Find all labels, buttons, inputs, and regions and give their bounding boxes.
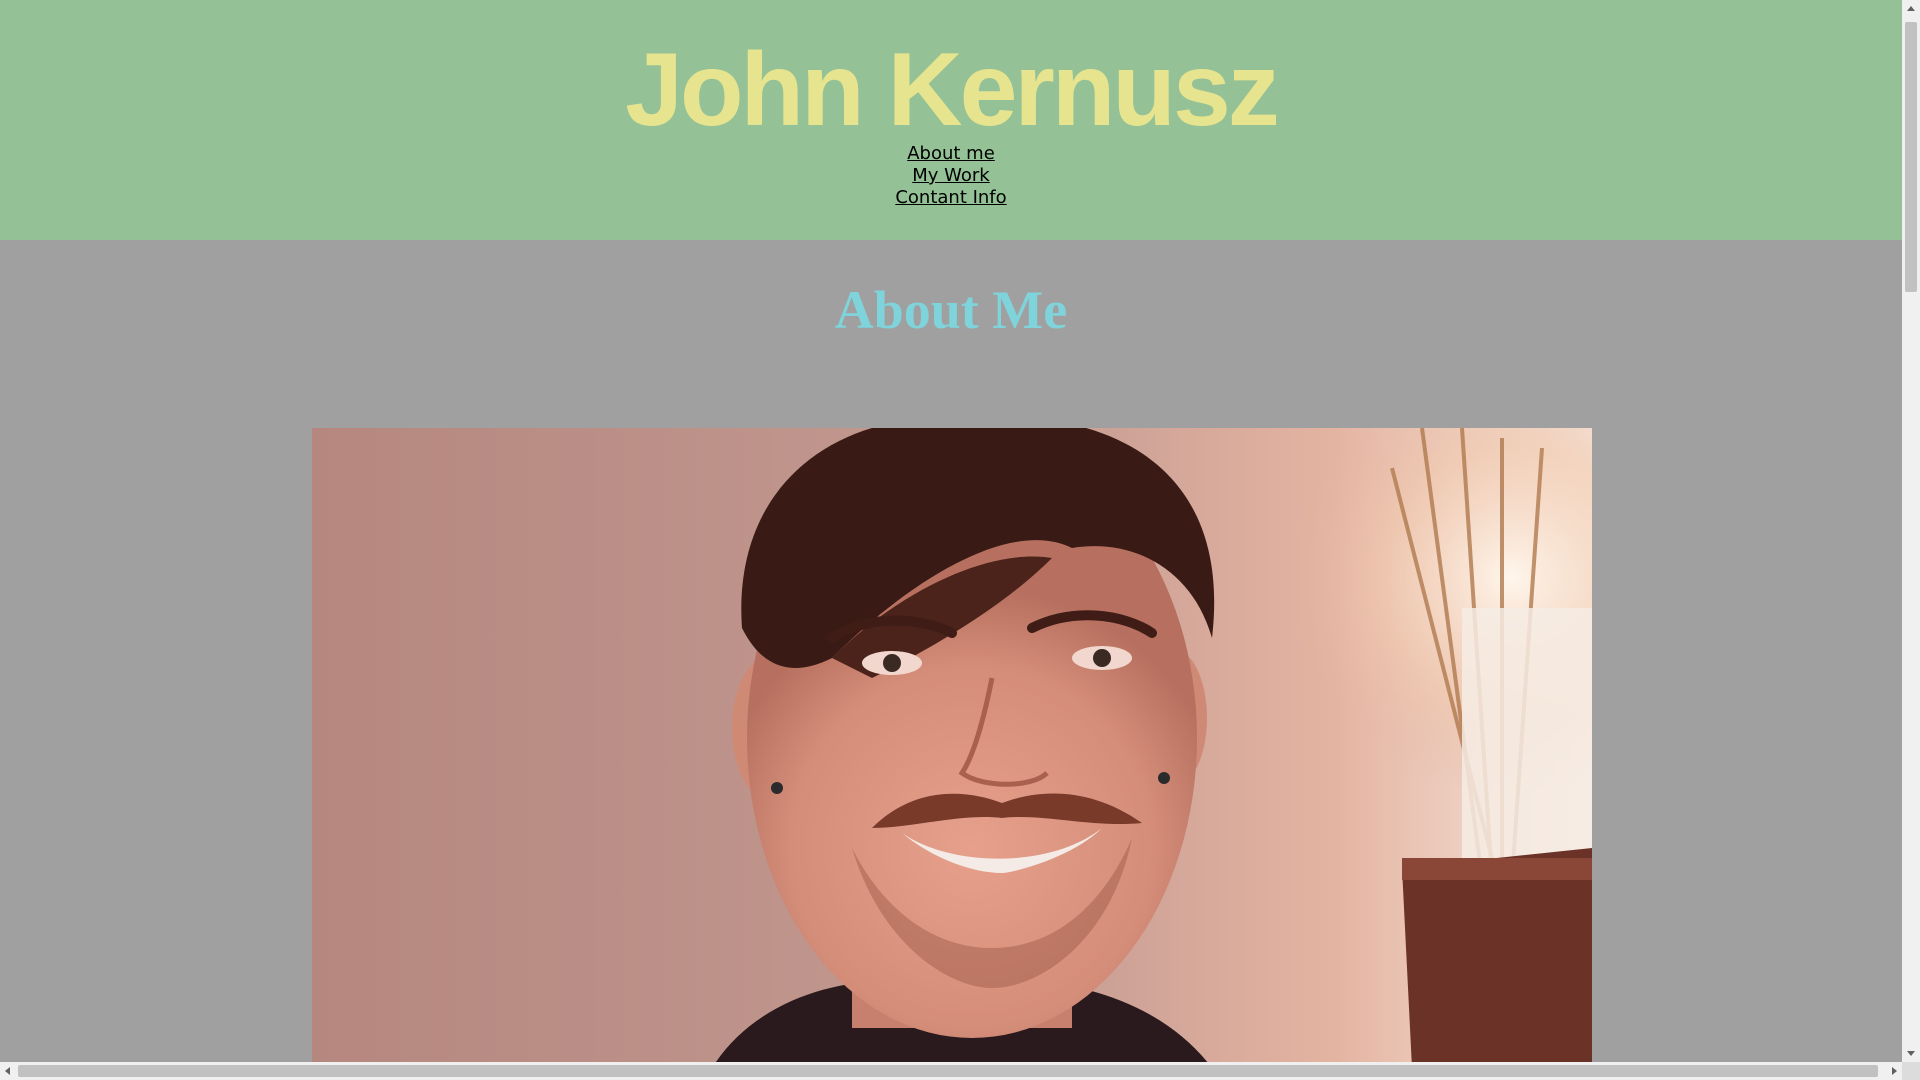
profile-photo xyxy=(312,428,1592,1062)
horizontal-scrollbar-thumb[interactable] xyxy=(18,1065,1878,1077)
vertical-scrollbar[interactable] xyxy=(1902,0,1920,1062)
horizontal-scrollbar[interactable] xyxy=(0,1062,1902,1080)
scroll-right-arrow-icon[interactable] xyxy=(1892,1067,1897,1075)
nav-link-about-me[interactable]: About me xyxy=(0,143,1902,165)
scroll-down-arrow-icon[interactable] xyxy=(1907,1051,1915,1056)
scrollbar-corner xyxy=(1902,1062,1920,1080)
nav-link-contact-info[interactable]: Contant Info xyxy=(0,187,1902,209)
page-viewport: John Kernusz About me My Work Contant In… xyxy=(0,0,1902,1062)
site-header: John Kernusz About me My Work Contant In… xyxy=(0,0,1902,240)
scroll-left-arrow-icon[interactable] xyxy=(5,1067,10,1075)
nav-link-my-work[interactable]: My Work xyxy=(0,165,1902,187)
main-nav: About me My Work Contant Info xyxy=(0,143,1902,209)
site-title: John Kernusz xyxy=(625,32,1280,148)
scroll-up-arrow-icon[interactable] xyxy=(1907,6,1915,11)
profile-photo-illustration xyxy=(312,428,1592,1062)
about-me-heading: About Me xyxy=(834,280,1068,340)
vertical-scrollbar-thumb[interactable] xyxy=(1905,22,1917,292)
